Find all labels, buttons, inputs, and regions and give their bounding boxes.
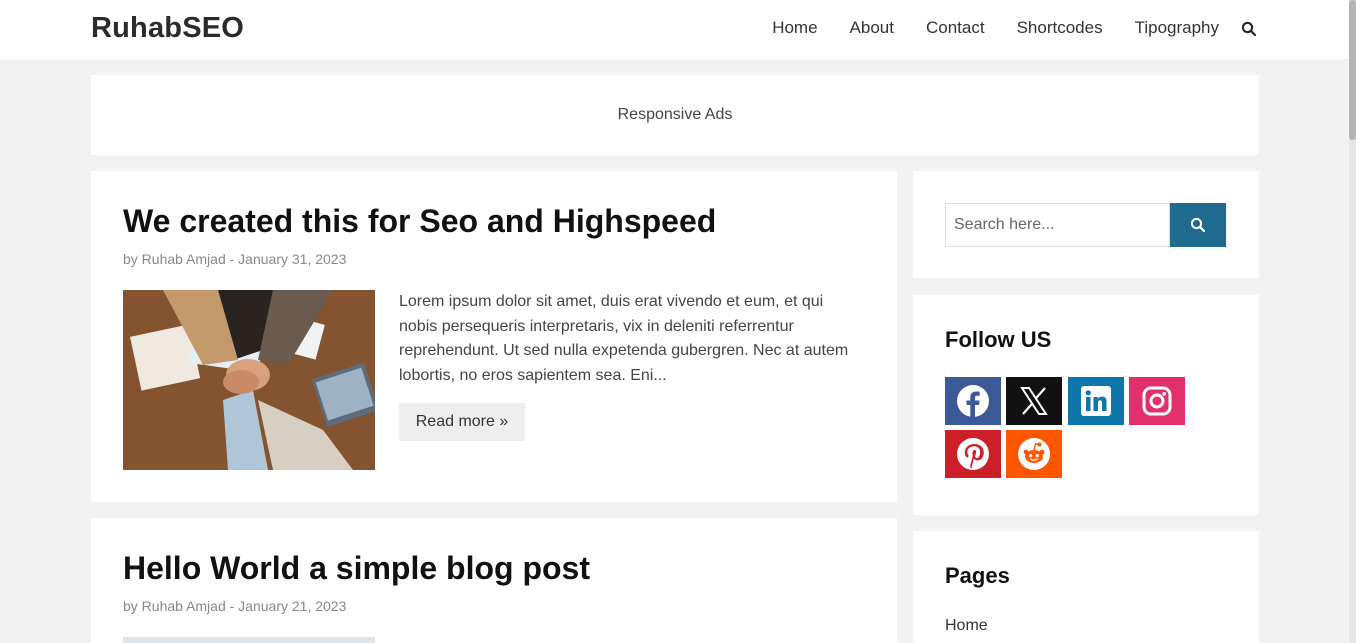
read-more-button[interactable]: Read more » <box>399 403 525 441</box>
post-excerpt: Lorem ipsum dolor sit amet, duis erat vi… <box>399 293 849 384</box>
follow-widget: Follow US <box>913 295 1259 515</box>
x-icon <box>1020 387 1048 415</box>
main-nav: Home About Contact Shortcodes Tipography <box>772 18 1219 38</box>
post-card: We created this for Seo and Highspeed by… <box>91 171 897 502</box>
reddit-button[interactable] <box>1006 430 1062 478</box>
follow-title: Follow US <box>945 327 1052 352</box>
pages-item-home[interactable]: Home <box>945 617 988 635</box>
search-widget <box>913 171 1259 278</box>
site-logo[interactable]: RuhabSEO <box>91 12 244 45</box>
nav-about[interactable]: About <box>850 18 894 38</box>
pinterest-button[interactable] <box>945 430 1001 478</box>
post-meta: by Ruhab Amjad - January 31, 2023 <box>123 251 347 267</box>
post-title[interactable]: We created this for Seo and Highspeed <box>123 203 716 240</box>
scrollbar-thumb[interactable] <box>1349 0 1356 140</box>
pages-list: Home <box>945 617 988 635</box>
pages-widget: Pages Home <box>913 531 1259 643</box>
facebook-icon <box>957 385 989 417</box>
instagram-icon <box>1142 386 1172 416</box>
reddit-icon <box>1018 438 1050 470</box>
nav-tipography[interactable]: Tipography <box>1135 18 1219 38</box>
pages-title: Pages <box>945 563 1010 588</box>
post-thumbnail[interactable] <box>123 290 375 470</box>
site-header: RuhabSEO Home About Contact Shortcodes T… <box>0 0 1349 59</box>
x-button[interactable] <box>1006 377 1062 425</box>
search-icon[interactable] <box>1241 21 1257 37</box>
pinterest-icon <box>957 438 989 470</box>
post-thumbnail[interactable] <box>123 637 375 643</box>
nav-shortcodes[interactable]: Shortcodes <box>1017 18 1103 38</box>
ads-banner: Responsive Ads <box>91 75 1259 155</box>
search-icon <box>1190 217 1206 233</box>
linkedin-button[interactable] <box>1068 377 1124 425</box>
nav-contact[interactable]: Contact <box>926 18 985 38</box>
post-card: Hello World a simple blog post by Ruhab … <box>91 518 897 643</box>
teamwork-image <box>123 290 375 470</box>
post-meta: by Ruhab Amjad - January 21, 2023 <box>123 598 347 614</box>
search-button[interactable] <box>1170 203 1226 247</box>
facebook-button[interactable] <box>945 377 1001 425</box>
search-input[interactable] <box>945 203 1170 247</box>
linkedin-icon <box>1081 386 1111 416</box>
scrollbar[interactable] <box>1349 0 1356 643</box>
nav-home[interactable]: Home <box>772 18 817 38</box>
instagram-button[interactable] <box>1129 377 1185 425</box>
post-title[interactable]: Hello World a simple blog post <box>123 550 590 587</box>
